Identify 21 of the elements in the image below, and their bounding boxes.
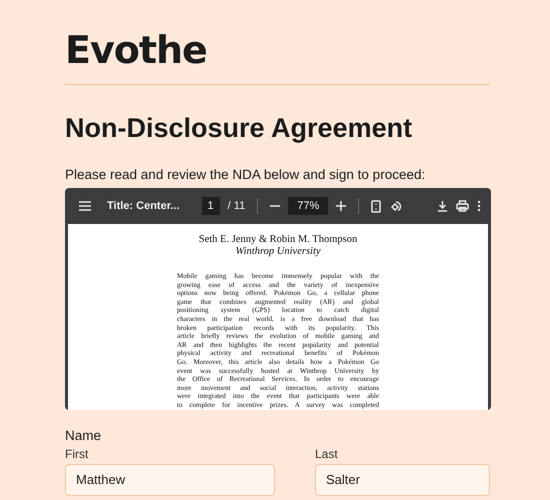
field-label: First [65,446,90,460]
logo: Evothe [65,28,207,72]
document-affiliation: Winthrop University [235,246,321,258]
page-heading: Non-Disclosure Agreement [65,112,412,145]
document-authors: Seth E. Jenny & Robin M. Thompson [198,234,358,246]
document-title: Title: Center... [107,200,180,212]
name-label: Name [65,428,102,442]
download-icon[interactable] [437,200,448,212]
zoom-field[interactable]: 77% [288,197,328,215]
more-icon[interactable] [477,200,481,212]
zoom-in-icon[interactable] [336,201,346,211]
text-field[interactable]: Salter [315,464,490,496]
rotate-icon[interactable] [389,200,402,212]
print-icon[interactable] [456,200,469,212]
instruction-text: Please read and review the NDA below and sign to proceed: [65,167,426,182]
page-count: / 11 [228,200,246,212]
fit-page-icon[interactable] [371,200,382,212]
page-number-field[interactable]: 1 [202,197,220,215]
field-label: Last [315,446,339,460]
text-field[interactable]: Matthew [65,464,275,496]
menu-icon[interactable] [79,201,91,211]
